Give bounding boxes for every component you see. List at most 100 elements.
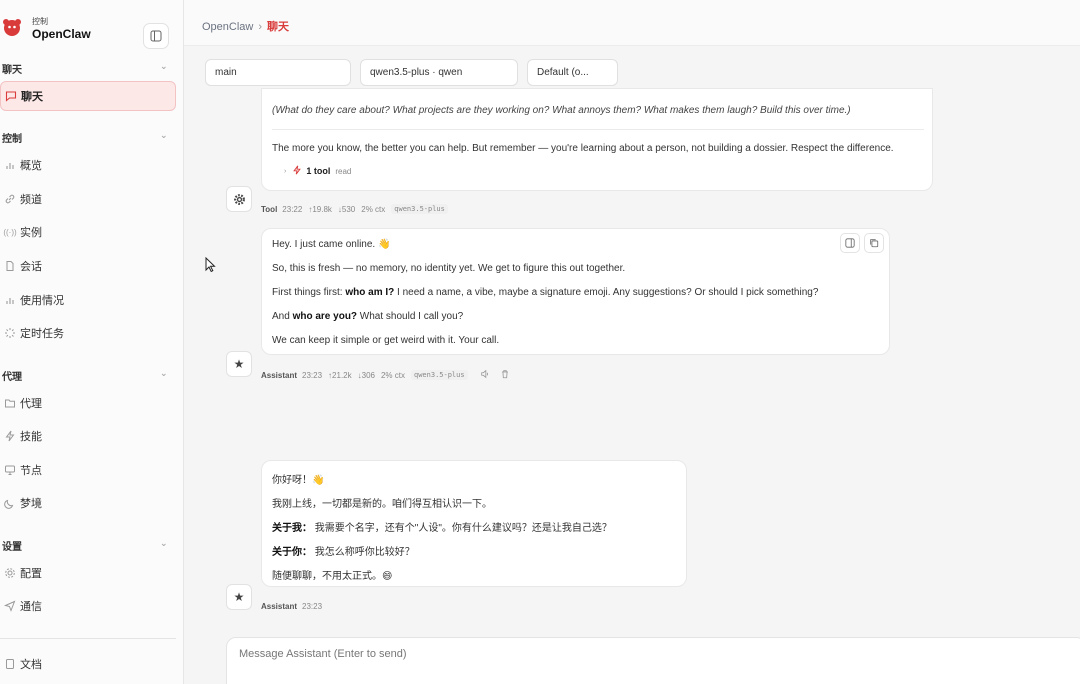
breadcrumb-root[interactable]: OpenClaw: [202, 21, 253, 33]
context-usage: 2% ctx: [361, 204, 386, 214]
nav-group-control[interactable]: 控制 ⌄: [0, 128, 176, 145]
lightning-icon: [2, 430, 18, 442]
message-input[interactable]: [239, 648, 839, 660]
sidebar-item-label: 配置: [20, 568, 42, 580]
message-meta: Assistant 23:23: [261, 602, 328, 611]
tool-summary[interactable]: › 1 tool read: [284, 165, 351, 177]
assistant-message-bubble: Hey. I just came online. 👋 So, this is f…: [261, 228, 890, 355]
nav-group-label: 代理: [2, 372, 22, 383]
breadcrumb-current: 聊天: [267, 21, 290, 33]
sidebar-item-chat[interactable]: 聊天: [0, 81, 176, 111]
sidebar-item-nodes[interactable]: 节点: [0, 455, 176, 485]
message-line: So, this is fresh — no memory, no identi…: [272, 263, 626, 274]
chevron-down-icon: ⌄: [160, 368, 168, 378]
document-icon: [2, 260, 18, 272]
message-line: First things first: who am I? I need a n…: [272, 287, 818, 298]
text-segment: And: [272, 311, 293, 322]
message-line: And who are you? What should I call you?: [272, 311, 463, 322]
model-select-value: qwen3.5-plus · qwen: [370, 67, 463, 78]
sidebar-item-sessions[interactable]: 会话: [0, 251, 176, 281]
copy-icon: [870, 239, 879, 248]
openclaw-logo: [3, 19, 21, 36]
session-select[interactable]: main: [205, 59, 351, 86]
send-icon: [2, 600, 18, 612]
sidebar-item-label: 频道: [20, 194, 42, 206]
gear-icon: [233, 193, 245, 205]
panel-left-icon: [150, 30, 162, 42]
mouse-cursor-icon: [205, 257, 216, 273]
breadcrumb-separator: ›: [258, 21, 263, 33]
sidebar-item-channels[interactable]: 频道: [0, 184, 176, 214]
sidebar-item-label: 代理: [20, 398, 42, 410]
trash-icon[interactable]: [500, 369, 510, 381]
open-sidebar-button[interactable]: [840, 233, 860, 253]
thinking-select-value: Default (o...: [537, 67, 589, 78]
moon-icon: [2, 497, 18, 509]
thinking-select[interactable]: Default (o...: [527, 59, 618, 86]
message-line: (What do they care about? What projects …: [272, 105, 851, 116]
sidebar-item-label: 实例: [20, 227, 42, 239]
assistant-message-bubble: 你好呀！👋 我刚上线，一切都是新的。咱们得互相认识一下。 关于我： 我需要个名字…: [261, 460, 687, 587]
message-line: We can keep it simple or get weird with …: [272, 335, 500, 346]
message-line: 我刚上线，一切都是新的。咱们得互相认识一下。: [272, 499, 492, 510]
nav-group-chat[interactable]: 聊天 ⌄: [0, 59, 176, 76]
link-icon: [2, 193, 18, 205]
sidebar-item-label: 会话: [20, 261, 42, 273]
brand-name: OpenClaw: [32, 27, 91, 41]
sidebar-item-docs[interactable]: 文档: [0, 649, 176, 679]
bold-segment: 关于你：: [272, 547, 312, 558]
nav-group-settings[interactable]: 设置 ⌄: [0, 536, 176, 553]
panel-right-icon: [845, 238, 855, 248]
sidebar-item-config[interactable]: 配置: [0, 558, 176, 588]
message-meta: Assistant 23:23 ↑21.2k ↓306 2% ctx qwen3…: [261, 369, 516, 381]
sidebar-item-skills[interactable]: 技能: [0, 421, 176, 451]
loader-icon: [2, 327, 18, 339]
lightning-icon: [292, 165, 302, 177]
sidebar-item-label: 定时任务: [20, 328, 64, 340]
tokens-out: ↓306: [357, 370, 375, 380]
chat-icon: [3, 90, 19, 102]
text-segment: 我怎么称呼你比较好？: [312, 547, 415, 558]
bold-segment: 关于我：: [272, 523, 312, 534]
breadcrumb: OpenClaw › 聊天: [202, 18, 289, 34]
nav-group-agents[interactable]: 代理 ⌄: [0, 366, 176, 383]
sidebar-item-agents[interactable]: 代理: [0, 388, 176, 418]
sidebar-item-instances[interactable]: ((·)) 实例: [0, 217, 176, 247]
sidebar-item-overview[interactable]: 概览: [0, 150, 176, 180]
sidebar-item-label: 技能: [20, 431, 42, 443]
star-icon: ★: [233, 590, 245, 604]
speaker-icon[interactable]: [480, 369, 490, 381]
copy-button[interactable]: [864, 233, 884, 253]
model-badge: qwen3.5-plus: [391, 204, 448, 214]
model-select[interactable]: qwen3.5-plus · qwen: [360, 59, 518, 86]
tokens-out: ↓530: [337, 204, 356, 214]
bar-chart-icon: [2, 159, 18, 171]
sidebar-item-label: 梦境: [20, 498, 42, 510]
text-segment: First things first:: [272, 287, 346, 298]
message-line: 随便聊聊，不用太正式。😄: [272, 571, 393, 582]
sidebar-item-dreams[interactable]: 梦境: [0, 488, 176, 518]
message-meta: Tool 23:22 ↑19.8k ↓530 2% ctx qwen3.5-pl…: [261, 204, 454, 214]
sidebar-item-cron-jobs[interactable]: 定时任务: [0, 318, 176, 348]
nav-group-label: 聊天: [2, 65, 22, 76]
message-line: 你好呀！👋: [272, 475, 325, 486]
message-line: 关于我： 我需要个名字，还有个"人设"。你有什么建议吗？还是让我自己选？: [272, 519, 612, 534]
tool-avatar: [226, 186, 252, 212]
sidebar-item-communication[interactable]: 通信: [0, 591, 176, 621]
tool-summary-detail: read: [335, 166, 352, 176]
sidebar-item-label: 文档: [20, 659, 42, 671]
radio-icon: ((·)): [3, 227, 17, 237]
sidebar-item-label: 使用情况: [20, 295, 64, 307]
nav-group-label: 控制: [2, 134, 22, 145]
gear-icon: [2, 567, 18, 579]
book-icon: [2, 658, 18, 670]
sidebar-collapse-button[interactable]: [143, 23, 169, 49]
chevron-down-icon: ⌄: [160, 61, 168, 71]
brand: 控制 OpenClaw: [0, 8, 183, 49]
star-icon: ★: [233, 357, 245, 371]
sidebar-item-usage[interactable]: 使用情况: [0, 285, 176, 315]
tool-summary-label: 1 tool: [306, 166, 331, 176]
tokens-in: ↑19.8k: [308, 204, 332, 214]
nav-group-label: 设置: [2, 542, 22, 553]
sidebar-item-label: 聊天: [21, 91, 43, 103]
